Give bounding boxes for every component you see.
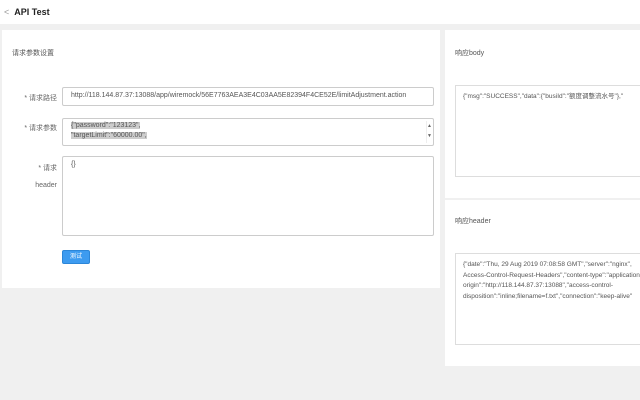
url-input[interactable]: http://118.144.87.37:13088/app/wiremock/… [62, 87, 434, 106]
response-body-title: 响应body [455, 50, 485, 57]
response-body-card: 响应body {"msg":"SUCCESS","data":{"busiId"… [445, 30, 640, 198]
url-label: * 请求路径 [24, 95, 57, 102]
chevron-left-icon[interactable]: < [4, 7, 9, 17]
response-header-value: {"date":"Thu, 29 Aug 2019 07:08:58 GMT",… [455, 253, 640, 345]
header-line: disposition":"inline;filename=f.txt","co… [463, 292, 633, 300]
header-line: origin":"http://118.144.87.37:13088","ac… [463, 282, 614, 289]
header-line: Access-Control-Request-Headers","content… [463, 271, 640, 279]
response-body-text: {"msg":"SUCCESS","data":{"busiId":"额度调整流… [463, 93, 624, 100]
response-body-value: {"msg":"SUCCESS","data":{"busiId":"额度调整流… [455, 85, 640, 177]
request-card: 请求参数设置 * 请求路径 http://118.144.87.37:13088… [2, 30, 440, 288]
test-button[interactable]: 测试 [62, 250, 90, 264]
response-header-card: 响应header {"date":"Thu, 29 Aug 2019 07:08… [445, 200, 640, 366]
params-line: "targetLimit":"60000.00", [71, 132, 147, 139]
header-label: * 请求 [38, 165, 57, 172]
header-label-2: header [35, 182, 57, 189]
top-bar: < API Test [0, 0, 640, 24]
header-line: {"date":"Thu, 29 Aug 2019 07:08:58 GMT",… [463, 261, 632, 268]
params-textarea[interactable]: {"password":"123123", "targetLimit":"600… [62, 118, 434, 146]
section-title: 请求参数设置 [12, 50, 54, 57]
params-line: {"password":"123123", [71, 122, 141, 129]
scrollbar[interactable]: ▲ ▼ [426, 121, 432, 143]
header-textarea[interactable]: {} [62, 156, 434, 236]
response-header-title: 响应header [455, 218, 491, 225]
params-label: * 请求参数 [24, 125, 57, 132]
page-title: API Test [14, 7, 50, 17]
